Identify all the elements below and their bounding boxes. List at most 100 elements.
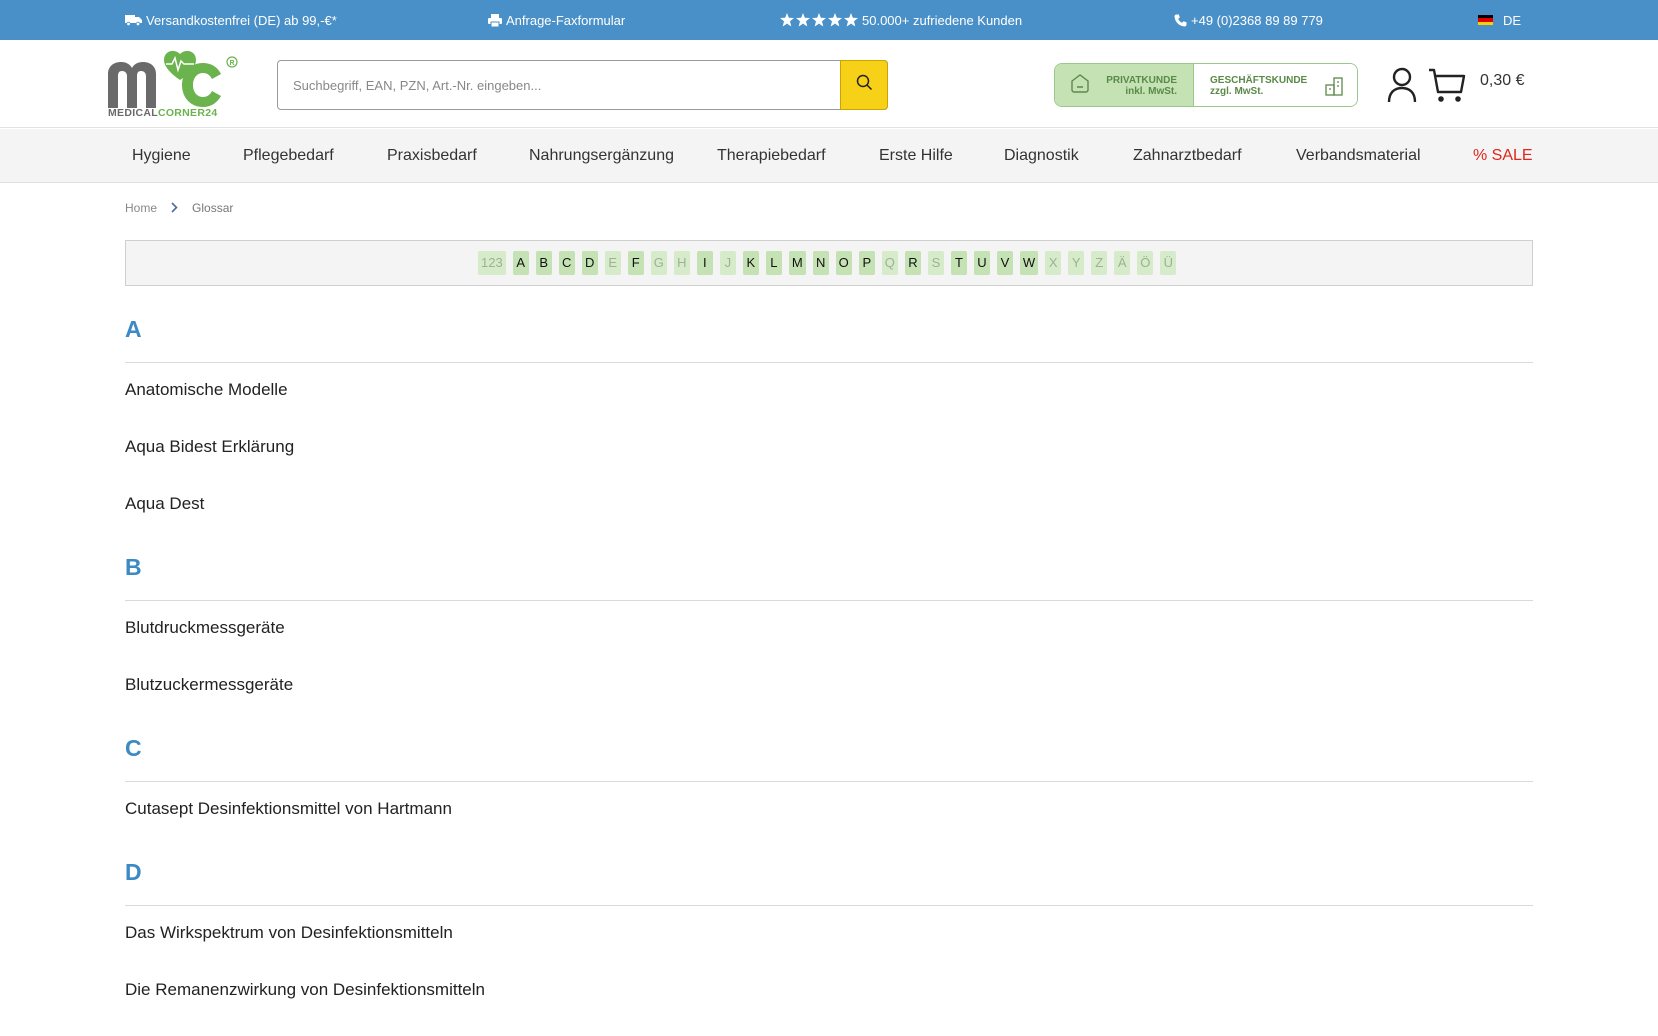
customer-rating: 50.000+ zufriedene Kunden	[780, 0, 1022, 40]
alphabet-letter: H	[673, 251, 690, 275]
business-customer-label: GESCHÄFTSKUNDE zzgl. MwSt.	[1210, 75, 1307, 97]
search-bar	[277, 60, 888, 110]
alphabet-letter: Z	[1091, 251, 1108, 275]
building-icon	[1325, 76, 1343, 101]
alphabet-letter: G	[650, 251, 667, 275]
search-icon	[856, 74, 873, 96]
account-button[interactable]	[1386, 66, 1418, 104]
alphabet-letter[interactable]: P	[858, 251, 875, 275]
chevron-right-icon	[171, 200, 178, 216]
alphabet-letter[interactable]: F	[627, 251, 644, 275]
alphabet-letter[interactable]: U	[973, 251, 990, 275]
alphabet-letter[interactable]: L	[765, 251, 782, 275]
alphabet-letter: Ö	[1137, 251, 1154, 275]
alphabet-letter[interactable]: M	[788, 251, 806, 275]
nav-item-therapiebedarf[interactable]: Therapiebedarf	[717, 129, 826, 183]
phone-icon	[1174, 14, 1187, 27]
alphabet-letter: Ü	[1160, 251, 1177, 275]
alphabet-letter: S	[927, 251, 944, 275]
business-customer-button[interactable]: GESCHÄFTSKUNDE zzgl. MwSt.	[1194, 64, 1357, 106]
glossary-entry-link[interactable]: Blutzuckermessgeräte	[125, 675, 293, 695]
breadcrumb: Home Glossar	[125, 200, 233, 216]
alphabet-letter[interactable]: N	[812, 251, 829, 275]
business-customer-title: GESCHÄFTSKUNDE	[1210, 75, 1308, 86]
glossary-entry-link[interactable]: Aqua Dest	[125, 494, 204, 514]
section-divider	[125, 905, 1533, 906]
language-selector[interactable]: DE	[1478, 0, 1521, 40]
alphabet-letter: Y	[1068, 251, 1085, 275]
private-customer-button[interactable]: PRIVATKUNDE inkl. MwSt.	[1055, 64, 1194, 106]
nav-item-nahrungsergaenzung[interactable]: Nahrungsergänzung	[529, 129, 674, 183]
breadcrumb-current: Glossar	[192, 201, 234, 215]
customer-type-toggle: PRIVATKUNDE inkl. MwSt. GESCHÄFTSKUNDE z…	[1054, 63, 1358, 107]
printer-icon	[488, 13, 502, 27]
glossary-entry-link[interactable]: Die Remanenzwirkung von Desinfektionsmit…	[125, 980, 485, 1000]
nav-item-pflegebedarf[interactable]: Pflegebedarf	[243, 129, 334, 183]
nav-item-verbandsmaterial[interactable]: Verbandsmaterial	[1296, 129, 1421, 183]
nav-item-zahnarztbedarf[interactable]: Zahnarztbedarf	[1133, 129, 1242, 183]
logo-text-medical: MEDICAL	[108, 107, 158, 119]
glossary-entry-link[interactable]: Blutdruckmessgeräte	[125, 618, 285, 638]
glossary-entry-link[interactable]: Cutasept Desinfektionsmittel von Hartman…	[125, 799, 452, 819]
alphabet-letter: Q	[881, 251, 898, 275]
breadcrumb-home[interactable]: Home	[125, 201, 157, 215]
alphabet-letter[interactable]: I	[696, 251, 713, 275]
shipping-text: Versandkostenfrei (DE) ab 99,-€*	[146, 12, 337, 28]
language-label: DE	[1503, 12, 1522, 28]
section-divider	[125, 600, 1533, 601]
alphabet-letter[interactable]: T	[950, 251, 967, 275]
german-flag-icon	[1478, 15, 1493, 25]
alphabet-letter[interactable]: W	[1019, 251, 1039, 275]
svg-text:R: R	[230, 60, 235, 67]
alphabet-letter: 123	[478, 251, 506, 275]
five-stars-icon	[780, 13, 858, 27]
search-button[interactable]	[840, 60, 888, 110]
nav-item-erste-hilfe[interactable]: Erste Hilfe	[879, 129, 953, 183]
alphabet-letter: E	[604, 251, 621, 275]
business-customer-tax: zzgl. MwSt.	[1210, 86, 1264, 97]
fax-form-link[interactable]: Anfrage-Faxformular	[488, 0, 625, 40]
alphabet-letter[interactable]: B	[535, 251, 552, 275]
user-icon	[1386, 67, 1418, 108]
glossary-entry-link[interactable]: Das Wirkspektrum von Desinfektionsmittel…	[125, 923, 453, 943]
top-info-bar: Versandkostenfrei (DE) ab 99,-€* Anfrage…	[0, 0, 1658, 40]
truck-icon	[125, 14, 142, 26]
search-input[interactable]	[278, 61, 841, 109]
glossary-section-letter: C	[125, 735, 142, 761]
alphabet-letter: X	[1045, 251, 1062, 275]
cart-total[interactable]: 0,30 €	[1480, 72, 1524, 90]
main-navigation: Hygiene Pflegebedarf Praxisbedarf Nahrun…	[0, 129, 1658, 183]
alphabet-letter[interactable]: D	[581, 251, 598, 275]
nav-item-hygiene[interactable]: Hygiene	[132, 129, 191, 183]
private-customer-label: PRIVATKUNDE inkl. MwSt.	[1106, 75, 1177, 97]
private-customer-title: PRIVATKUNDE	[1106, 75, 1177, 86]
logo-wordmark: MEDICALCORNER24	[108, 107, 218, 119]
cart-button[interactable]	[1428, 66, 1466, 104]
phone-text: +49 (0)2368 89 89 779	[1191, 12, 1323, 28]
alphabet-letter[interactable]: O	[835, 251, 852, 275]
alphabet-letter[interactable]: A	[512, 251, 529, 275]
alphabet-letters: 123 A B C D E F G H I J K L M N O P Q R S T U V W X Y Z Ä Ö Ü	[478, 251, 1177, 275]
nav-item-sale[interactable]: % SALE	[1473, 129, 1533, 183]
alphabet-letter: J	[719, 251, 736, 275]
private-customer-tax: inkl. MwSt.	[1125, 86, 1177, 97]
glossary-section-letter: A	[125, 316, 142, 342]
alphabet-letter[interactable]: R	[904, 251, 921, 275]
glossary-entry-link[interactable]: Anatomische Modelle	[125, 380, 288, 400]
fax-form-text: Anfrage-Faxformular	[506, 12, 626, 28]
alphabet-letter: Ä	[1114, 251, 1131, 275]
alphabet-letter[interactable]: V	[996, 251, 1013, 275]
shipping-info: Versandkostenfrei (DE) ab 99,-€*	[125, 0, 337, 40]
alphabet-filter: 123 A B C D E F G H I J K L M N O P Q R S T U V W X Y Z Ä Ö Ü	[125, 240, 1533, 286]
section-divider	[125, 362, 1533, 363]
customers-text: 50.000+ zufriedene Kunden	[862, 12, 1023, 28]
glossary-entry-link[interactable]: Aqua Bidest Erklärung	[125, 437, 294, 457]
nav-item-praxisbedarf[interactable]: Praxisbedarf	[387, 129, 477, 183]
alphabet-letter[interactable]: C	[558, 251, 575, 275]
glossary-section-letter: D	[125, 859, 142, 885]
phone-link[interactable]: +49 (0)2368 89 89 779	[1174, 0, 1323, 40]
cart-icon	[1428, 68, 1466, 108]
nav-item-diagnostik[interactable]: Diagnostik	[1004, 129, 1079, 183]
section-divider	[125, 781, 1533, 782]
alphabet-letter[interactable]: K	[742, 251, 759, 275]
